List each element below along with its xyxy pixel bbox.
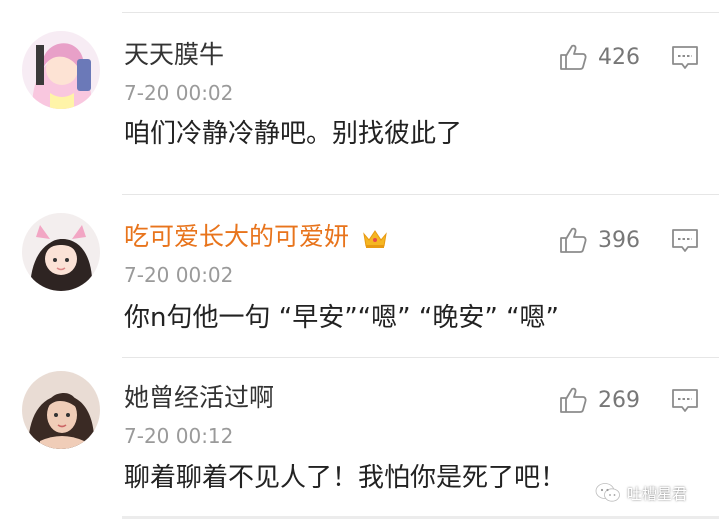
reply-comment-icon[interactable] bbox=[670, 226, 700, 256]
crown-icon bbox=[363, 230, 387, 248]
like-count: 426 bbox=[598, 44, 640, 70]
timestamp: 7-20 00:02 bbox=[124, 81, 234, 105]
divider-top bbox=[122, 12, 719, 13]
timestamp: 7-20 00:12 bbox=[124, 424, 234, 448]
like-button[interactable]: 269 bbox=[558, 383, 658, 417]
avatar[interactable] bbox=[22, 213, 100, 291]
like-count: 269 bbox=[598, 387, 640, 413]
reply-comment-icon[interactable] bbox=[670, 43, 700, 73]
like-button[interactable]: 426 bbox=[558, 40, 658, 74]
thumbs-up-icon bbox=[560, 387, 587, 413]
username[interactable]: 吃可爱长大的可爱妍 bbox=[124, 222, 389, 252]
comment-text: 你n句他一句 “早安”“嗯” “晚安” “嗯” bbox=[124, 303, 560, 333]
like-count: 396 bbox=[598, 227, 640, 253]
divider bbox=[122, 194, 719, 195]
username-label: 吃可爱长大的可爱妍 bbox=[124, 222, 350, 251]
timestamp: 7-20 00:02 bbox=[124, 263, 234, 287]
watermark: 吐槽星君 bbox=[595, 478, 687, 508]
username[interactable]: 天天膜牛 bbox=[124, 40, 224, 70]
wechat-logo-icon bbox=[595, 483, 620, 502]
avatar[interactable] bbox=[22, 31, 100, 109]
reply-comment-icon[interactable] bbox=[670, 386, 700, 416]
divider-bottom bbox=[122, 516, 719, 519]
divider bbox=[122, 357, 719, 358]
thumbs-up-icon bbox=[560, 227, 587, 253]
avatar[interactable] bbox=[22, 371, 100, 449]
thumbs-up-icon bbox=[560, 44, 587, 70]
like-button[interactable]: 396 bbox=[558, 223, 658, 257]
comment-text: 咱们冷静冷静吧。别找彼此了 bbox=[124, 119, 463, 149]
username[interactable]: 她曾经活过啊 bbox=[124, 383, 274, 413]
watermark-label: 吐槽星君 bbox=[627, 484, 688, 503]
comment-text: 聊着聊着不见人了！我怕你是死了吧！ bbox=[124, 463, 567, 493]
